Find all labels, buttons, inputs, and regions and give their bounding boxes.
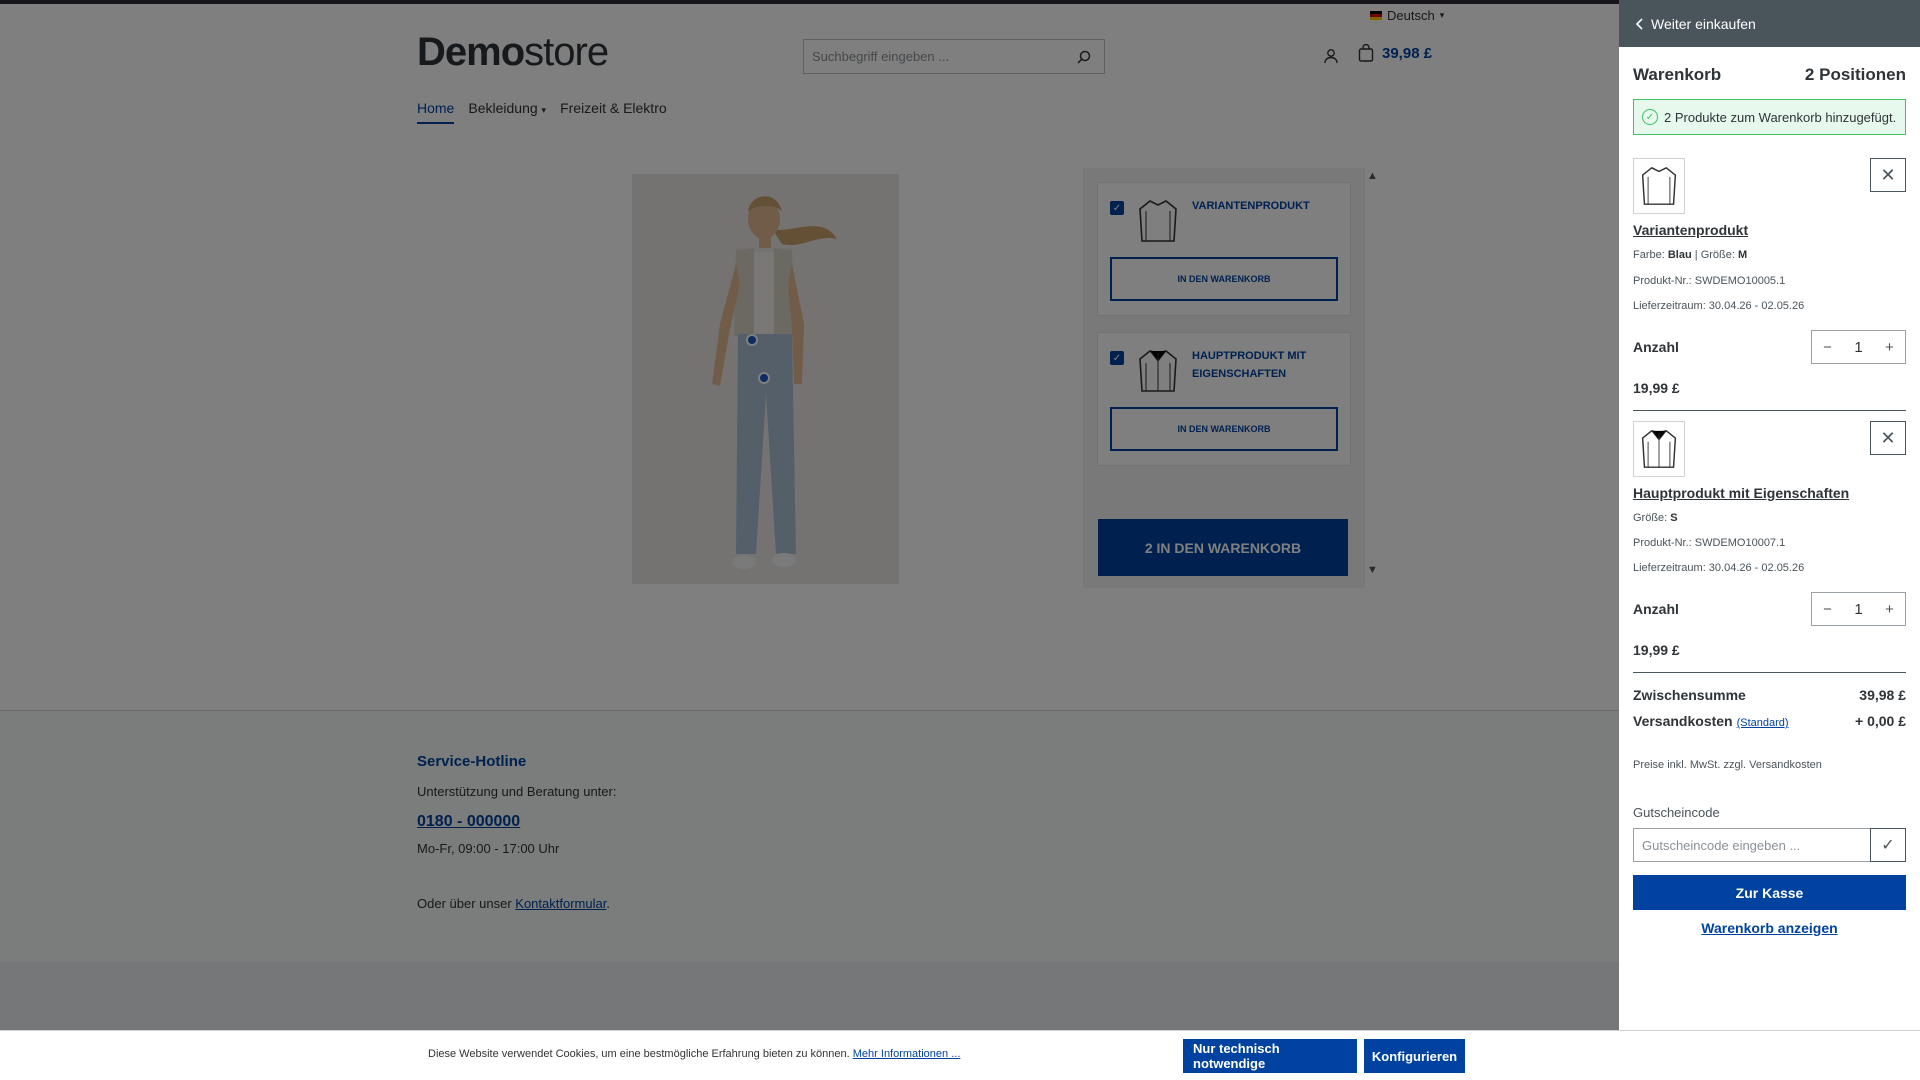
subtotal-label: Zwischensumme [1633, 687, 1746, 703]
quantity-label: Anzahl [1633, 601, 1679, 617]
chevron-left-icon [1635, 17, 1643, 30]
show-cart-link[interactable]: Warenkorb anzeigen [1633, 920, 1906, 936]
line-item-price: 19,99 £ [1633, 380, 1680, 396]
offcanvas-title: Warenkorb [1633, 65, 1722, 84]
line-item-image[interactable] [1633, 158, 1685, 214]
cookie-text: Diese Website verwendet Cookies, um eine… [428, 1048, 960, 1060]
success-alert: ✓ 2 Produkte zum Warenkorb hinzugefügt. [1633, 99, 1906, 135]
cookie-more-info-link[interactable]: Mehr Informationen ... [853, 1048, 961, 1060]
close-icon: ✕ [1880, 164, 1896, 185]
line-item-name[interactable]: Variantenprodukt [1633, 222, 1748, 238]
shipping-value: + 0,00 £ [1855, 713, 1906, 729]
close-icon: ✕ [1880, 427, 1896, 448]
line-item-delivery: Lieferzeitraum: 30.04.26 - 02.05.26 [1633, 562, 1805, 574]
offcanvas-body: Warenkorb 2 Positionen ✓ 2 Produkte zum … [1619, 65, 1920, 936]
minus-icon[interactable]: − [1812, 339, 1843, 356]
check-icon: ✓ [1881, 837, 1895, 854]
promo-submit-button[interactable]: ✓ [1870, 828, 1906, 862]
continue-shopping-button[interactable]: Weiter einkaufen [1619, 0, 1920, 47]
remove-line-item-button[interactable]: ✕ [1870, 158, 1906, 192]
quantity-label: Anzahl [1633, 339, 1679, 355]
subtotal-row: Zwischensumme 39,98 £ [1633, 687, 1906, 703]
quantity-stepper: − 1 + [1811, 330, 1906, 364]
jacket-icon [1641, 430, 1677, 468]
variant-label: Größe: [1700, 249, 1735, 261]
cookie-configure-button[interactable]: Konfigurieren [1364, 1039, 1465, 1073]
line-item-variant: Farbe: Blau | Größe: M [1633, 249, 1748, 261]
line-item-price: 19,99 £ [1633, 642, 1680, 658]
cart-line-item: ✕ Variantenprodukt Farbe: Blau | Größe: … [1633, 135, 1906, 411]
line-item-variant: Größe: S [1633, 512, 1906, 524]
promo-label: Gutscheincode [1633, 805, 1720, 820]
checkout-button[interactable]: Zur Kasse [1633, 875, 1906, 910]
shipping-label: Versandkosten [1633, 713, 1733, 729]
line-item-name[interactable]: Hauptprodukt mit Eigenschaften [1633, 485, 1849, 501]
line-item-sku: Produkt-Nr.: SWDEMO10005.1 [1633, 275, 1786, 287]
tax-note: Preise inkl. MwSt. zzgl. Versandkosten [1633, 759, 1822, 771]
line-item-image[interactable] [1633, 421, 1685, 477]
subtotal-value: 39,98 £ [1859, 687, 1906, 703]
minus-icon[interactable]: − [1812, 601, 1843, 618]
quantity-value[interactable]: 1 [1843, 339, 1874, 356]
quantity-value[interactable]: 1 [1843, 601, 1874, 618]
plus-icon[interactable]: + [1874, 601, 1905, 618]
cart-totals: Zwischensumme 39,98 £ Versandkosten (Stan… [1633, 673, 1906, 771]
line-item-quantity-row: Anzahl − 1 + [1633, 592, 1906, 626]
continue-shopping-label: Weiter einkaufen [1651, 15, 1756, 32]
check-circle-icon: ✓ [1642, 109, 1658, 125]
line-item-delivery: Lieferzeitraum: 30.04.26 - 02.05.26 [1633, 300, 1805, 312]
variant-value: Blau [1667, 249, 1692, 261]
promo-form: ✓ [1633, 828, 1906, 862]
shipping-method-link[interactable]: (Standard) [1737, 717, 1789, 729]
variant-value: S [1670, 512, 1678, 524]
cookie-bar: Diese Website verwendet Cookies, um eine… [0, 1030, 1920, 1080]
promo-code-input[interactable] [1633, 828, 1870, 862]
offcanvas-cart: Weiter einkaufen Warenkorb 2 Positionen … [1619, 0, 1920, 1030]
plus-icon[interactable]: + [1874, 339, 1905, 356]
shirt-icon [1641, 166, 1677, 205]
cart-line-item: ✕ Hauptprodukt mit Eigenschaften Größe: … [1633, 411, 1906, 673]
offcanvas-title-row: Warenkorb 2 Positionen [1633, 65, 1906, 85]
shipping-row: Versandkosten (Standard) + 0,00 £ [1633, 713, 1906, 729]
variant-value: M [1737, 249, 1748, 261]
offcanvas-position-count: 2 Positionen [1804, 65, 1906, 84]
quantity-stepper: − 1 + [1811, 592, 1906, 626]
cookie-necessary-button[interactable]: Nur technisch notwendige [1183, 1039, 1357, 1073]
success-alert-text: 2 Produkte zum Warenkorb hinzugefügt. [1664, 109, 1897, 125]
line-item-sku: Produkt-Nr.: SWDEMO10007.1 [1633, 537, 1786, 549]
variant-label: Größe: [1633, 512, 1668, 524]
cookie-message: Diese Website verwendet Cookies, um eine… [428, 1048, 853, 1060]
variant-label: Farbe: [1633, 249, 1665, 261]
remove-line-item-button[interactable]: ✕ [1870, 421, 1906, 455]
line-item-quantity-row: Anzahl − 1 + [1633, 330, 1906, 364]
